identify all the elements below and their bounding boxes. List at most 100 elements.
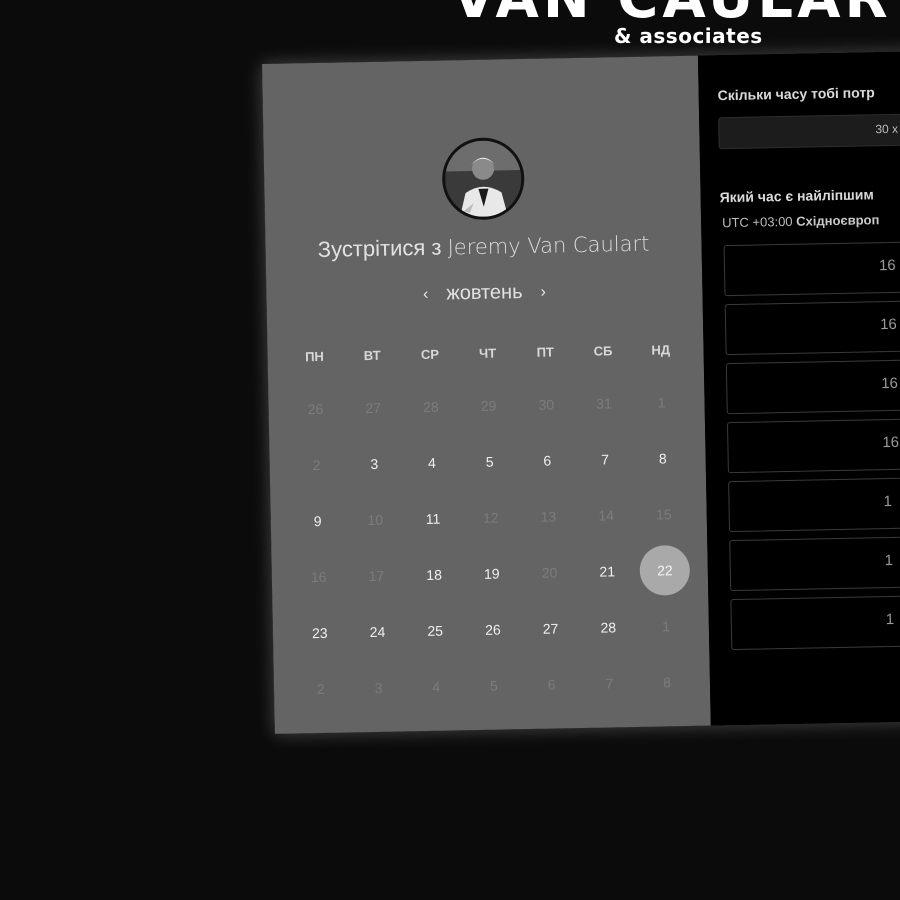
calendar-day-number: 24 bbox=[369, 623, 386, 641]
calendar-day-number: 16 bbox=[310, 568, 327, 586]
time-slot[interactable]: 16 bbox=[723, 239, 900, 297]
chevron-left-icon[interactable]: ‹ bbox=[419, 285, 433, 303]
weekday-label: ПН bbox=[304, 348, 324, 365]
calendar-day-number: 6 bbox=[547, 676, 556, 693]
calendar-day[interactable]: 11 bbox=[404, 490, 463, 547]
calendar-day[interactable]: 5 bbox=[460, 433, 519, 490]
calendar-day[interactable]: 28 bbox=[579, 599, 638, 656]
time-slot[interactable]: 16 bbox=[724, 298, 900, 356]
calendar-day-number: 28 bbox=[422, 398, 439, 415]
calendar-day: 7 bbox=[580, 655, 639, 712]
calendar-day[interactable]: 9 bbox=[288, 492, 347, 549]
calendar-day: 2 bbox=[287, 436, 346, 493]
calendar-day[interactable]: 19 bbox=[462, 545, 521, 602]
host-name: Jeremy Van Caulart bbox=[447, 231, 650, 260]
calendar-day-number: 28 bbox=[600, 619, 617, 636]
calendar-day-number: 15 bbox=[655, 506, 672, 523]
calendar-day[interactable]: 7 bbox=[576, 431, 635, 488]
calendar-day-number: 17 bbox=[368, 567, 385, 585]
calendar-day: 28 bbox=[402, 378, 461, 435]
calendar-day[interactable]: 24 bbox=[348, 603, 407, 660]
calendar-day[interactable]: 23 bbox=[290, 604, 349, 661]
calendar-day[interactable]: 3 bbox=[345, 435, 404, 492]
calendar-day-number: 22 bbox=[639, 544, 691, 596]
calendar-day-number: 25 bbox=[427, 622, 444, 639]
calendar-day-number: 27 bbox=[365, 399, 382, 417]
calendar-day-number: 5 bbox=[489, 677, 499, 694]
calendar-day-number: 27 bbox=[542, 620, 559, 637]
calendar-day-number: 10 bbox=[367, 511, 384, 529]
duration-select[interactable]: 30 х bbox=[718, 111, 900, 150]
chevron-right-icon[interactable]: › bbox=[536, 283, 550, 301]
brand-header: VAN CAULART & associates bbox=[0, 0, 900, 60]
timezone-label[interactable]: UTC +03:00 Східноєвроп bbox=[722, 212, 880, 230]
calendar-day-number: 3 bbox=[370, 455, 379, 472]
calendar-day-number: 19 bbox=[483, 565, 500, 582]
calendar-day[interactable]: 4 bbox=[403, 434, 462, 491]
calendar-day-number: 4 bbox=[432, 678, 441, 695]
calendar-day: 6 bbox=[522, 656, 581, 713]
time-slot[interactable]: 16 bbox=[726, 416, 900, 474]
calendar-day-number: 1 bbox=[661, 618, 671, 635]
duration-question: Скільки часу тобі потр bbox=[717, 84, 875, 104]
calendar-day-number: 2 bbox=[312, 456, 321, 474]
weekday-label: ЧТ bbox=[478, 345, 497, 361]
calendar-day[interactable]: 26 bbox=[464, 601, 523, 658]
calendar-day-number: 18 bbox=[426, 566, 443, 583]
calendar-day-selected[interactable]: 22 bbox=[636, 542, 695, 599]
time-slot[interactable]: 1 bbox=[728, 475, 900, 533]
calendar-day: 16 bbox=[289, 548, 348, 605]
calendar-day: 13 bbox=[519, 488, 578, 545]
avatar bbox=[441, 136, 526, 221]
time-slot[interactable]: 1 bbox=[730, 593, 900, 651]
weekday-label: СР bbox=[420, 346, 440, 363]
calendar-day-number: 8 bbox=[658, 450, 667, 467]
calendar-day[interactable]: 6 bbox=[518, 432, 577, 489]
calendar-day-number: 8 bbox=[663, 674, 672, 691]
calendar-day-number: 7 bbox=[605, 675, 614, 692]
calendar-day: 3 bbox=[349, 659, 408, 716]
timezone-name: Східноєвроп bbox=[796, 212, 880, 229]
calendar-day: 2 bbox=[291, 660, 350, 717]
calendar-day[interactable]: 25 bbox=[406, 602, 465, 659]
weekday-label: СБ bbox=[593, 343, 613, 359]
calendar-day[interactable]: 27 bbox=[521, 600, 580, 657]
calendar-day: 1 bbox=[637, 598, 696, 655]
calendar-day: 8 bbox=[638, 654, 697, 711]
calendar-day: 14 bbox=[577, 487, 636, 544]
calendar-day: 15 bbox=[634, 486, 693, 543]
calendar-day-number: 20 bbox=[541, 564, 558, 581]
calendar-day-number: 30 bbox=[538, 396, 555, 413]
month-label: жовтень bbox=[446, 281, 523, 305]
time-slot[interactable]: 1 bbox=[729, 534, 900, 592]
time-question: Який час є найліпшим bbox=[719, 186, 874, 206]
weekday-label: ВТ bbox=[363, 347, 381, 364]
calendar-day-number: 13 bbox=[540, 508, 557, 525]
calendar-day: 31 bbox=[575, 375, 634, 432]
calendar-day: 17 bbox=[347, 547, 406, 604]
calendar-days-grid: 26 27 28 29 30 31 1 2 3 4 5 6 7 8 9 10 11 12 13 14 15 16 17 18 1… bbox=[286, 374, 696, 718]
calendar-day: 12 bbox=[461, 489, 520, 546]
weekday-label: НД bbox=[651, 342, 671, 358]
calendar-day[interactable]: 21 bbox=[578, 543, 637, 600]
calendar-day-number: 29 bbox=[480, 397, 497, 414]
booking-widget: Зустрітися з Jeremy Van Caulart ‹ жовтен… bbox=[262, 50, 900, 734]
calendar-panel: Зустрітися з Jeremy Van Caulart ‹ жовтен… bbox=[262, 55, 711, 734]
calendar-day: 30 bbox=[517, 376, 576, 433]
calendar-day-number: 23 bbox=[311, 624, 328, 642]
calendar-day-number: 26 bbox=[307, 400, 324, 418]
calendar-day: 1 bbox=[632, 374, 691, 431]
timezone-offset: UTC +03:00 bbox=[721, 213, 793, 231]
calendar-day: 4 bbox=[407, 658, 466, 715]
calendar-day-number: 3 bbox=[374, 679, 383, 696]
calendar-day-number: 21 bbox=[599, 563, 616, 580]
calendar-day[interactable]: 8 bbox=[633, 430, 692, 487]
host-photo bbox=[444, 140, 522, 218]
weekday-label: ПТ bbox=[536, 344, 555, 360]
calendar-day-number: 2 bbox=[316, 680, 325, 698]
calendar-day[interactable]: 18 bbox=[405, 546, 464, 603]
time-slot[interactable]: 16 bbox=[725, 357, 900, 415]
calendar-day: 26 bbox=[286, 380, 345, 437]
calendar-day: 27 bbox=[344, 379, 403, 436]
calendar-day-number: 9 bbox=[313, 512, 322, 530]
